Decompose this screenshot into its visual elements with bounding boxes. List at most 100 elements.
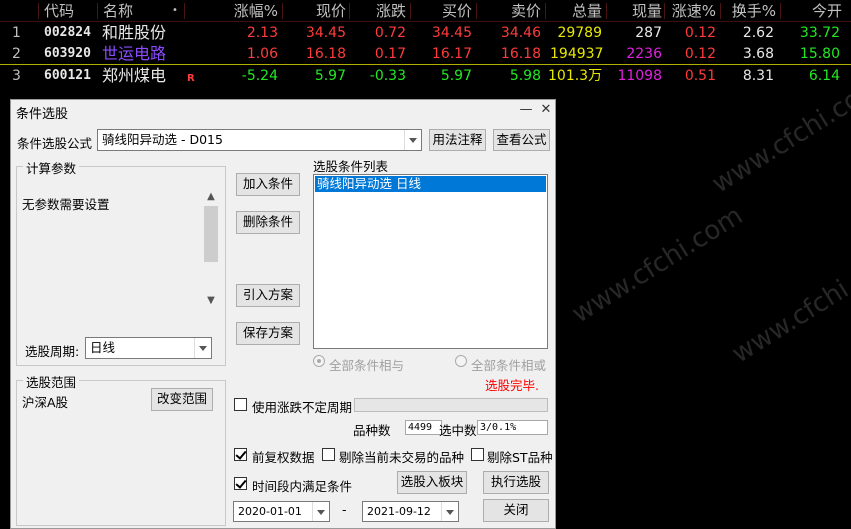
col-header-speed[interactable]: 涨速%: [666, 0, 716, 22]
range-value: 沪深A股: [22, 395, 69, 410]
exclude-st-label: 剔除ST品种: [487, 450, 553, 465]
radio-or[interactable]: [455, 355, 467, 367]
period-label: 选股周期:: [25, 344, 80, 359]
close-button[interactable]: 关闭: [483, 499, 549, 522]
col-header-chg[interactable]: 涨跌: [352, 0, 406, 22]
col-header-ask[interactable]: 卖价: [487, 0, 541, 22]
price: 5.97: [314, 68, 346, 84]
col-header-cur[interactable]: 现量: [610, 0, 662, 22]
dialog-titlebar[interactable]: 条件选股 — ✕: [11, 100, 555, 122]
pct-change: -5.24: [241, 68, 278, 84]
import-plan-button[interactable]: 引入方案: [236, 284, 300, 307]
total-volume: 29789: [557, 25, 602, 41]
open-price: 6.14: [808, 68, 840, 84]
pct-change: 1.06: [246, 46, 278, 62]
use-period-label: 使用涨跌不定周期: [252, 400, 353, 415]
col-header-bid[interactable]: 买价: [418, 0, 472, 22]
speed: 0.12: [684, 25, 716, 41]
exclude-untraded-checkbox[interactable]: [322, 448, 335, 461]
ask-price: 16.18: [500, 46, 541, 62]
chevron-down-icon[interactable]: [312, 502, 329, 521]
date-from-value: 2020-01-01: [238, 505, 302, 518]
date-to-picker[interactable]: 2021-09-12: [362, 501, 459, 522]
total-volume: 101.3万: [548, 68, 603, 84]
col-header-open[interactable]: 今开: [792, 0, 842, 22]
dialog-title: 条件选股: [16, 107, 69, 122]
pct-change: 2.13: [246, 25, 278, 41]
stock-grid: 代码 名称 • 涨幅% 现价 涨跌 买价 卖价 总量 现量 涨速% 换手% 今开…: [0, 0, 851, 98]
range-group-label: 选股范围: [23, 372, 80, 391]
row-index: 1: [12, 25, 21, 41]
change: -0.33: [369, 68, 406, 84]
run-screen-button[interactable]: 执行选股: [483, 471, 549, 494]
scroll-thumb[interactable]: [204, 206, 218, 262]
save-plan-button[interactable]: 保存方案: [236, 322, 300, 345]
table-row[interactable]: 1 002824 和胜股份 2.13 34.45 0.72 34.45 34.4…: [0, 22, 851, 44]
condition-list-label: 选股条件列表: [313, 159, 389, 174]
pre-restore-label: 前复权数据: [252, 450, 315, 465]
col-header-dot: •: [172, 5, 178, 16]
table-row[interactable]: 2 603920 世运电路 1.06 16.18 0.17 16.17 16.1…: [0, 43, 851, 65]
params-group-label: 计算参数: [23, 158, 80, 177]
minimize-button[interactable]: —: [517, 101, 535, 119]
row-index: 2: [12, 46, 21, 62]
current-volume: 11098: [617, 68, 662, 84]
stock-code: 603920: [44, 46, 91, 61]
scroll-down-icon[interactable]: ▼: [206, 296, 216, 306]
radio-and-label: 全部条件相与: [329, 358, 405, 373]
col-header-code[interactable]: 代码: [44, 0, 94, 22]
stock-code: 600121: [44, 68, 91, 83]
add-to-block-button[interactable]: 选股入板块: [397, 471, 467, 494]
progress-bar: [354, 398, 548, 412]
formula-select[interactable]: 骑线阳异动选 - D015: [97, 129, 422, 151]
current-volume: 287: [635, 25, 662, 41]
add-condition-button[interactable]: 加入条件: [236, 173, 300, 196]
exclude-untraded-label: 剔除当前未交易的品种: [339, 450, 465, 465]
col-header-vol[interactable]: 总量: [550, 0, 602, 22]
bid-price: 34.45: [431, 25, 472, 41]
stock-name: 和胜股份: [102, 23, 167, 42]
col-header-name[interactable]: 名称: [103, 0, 153, 22]
scroll-up-icon[interactable]: ▲: [206, 192, 216, 202]
formula-value: 骑线阳异动选 - D015: [102, 132, 223, 147]
col-header-turn[interactable]: 换手%: [724, 0, 776, 22]
chevron-down-icon[interactable]: [441, 502, 458, 521]
col-header-price[interactable]: 现价: [290, 0, 346, 22]
watermark: www.cfchi.com: [726, 240, 851, 370]
stock-name: 郑州煤电: [102, 66, 167, 85]
change: 0.17: [374, 46, 406, 62]
date-separator: -: [342, 502, 347, 517]
pre-restore-checkbox[interactable]: [234, 448, 247, 461]
radio-or-label: 全部条件相或: [471, 358, 547, 373]
turnover: 2.62: [742, 25, 774, 41]
count-label: 品种数: [353, 423, 391, 438]
bid-price: 16.17: [431, 46, 472, 62]
period-select[interactable]: 日线: [85, 337, 212, 359]
delete-condition-button[interactable]: 删除条件: [236, 211, 300, 234]
close-icon[interactable]: ✕: [537, 101, 555, 119]
params-scrollbar[interactable]: ▲ ▼: [203, 188, 219, 310]
date-to-value: 2021-09-12: [367, 505, 431, 518]
table-row[interactable]: 3 600121 郑州煤电 R -5.24 5.97 -0.33 5.97 5.…: [0, 65, 851, 87]
chevron-down-icon[interactable]: [194, 338, 211, 358]
list-item[interactable]: 骑线阳异动选 日线: [315, 176, 546, 192]
change: 0.72: [374, 25, 406, 41]
time-condition-checkbox[interactable]: [234, 477, 247, 490]
chevron-down-icon[interactable]: [404, 130, 421, 150]
condition-list[interactable]: 骑线阳异动选 日线: [313, 174, 548, 349]
view-formula-button[interactable]: 查看公式: [493, 129, 550, 151]
price: 16.18: [305, 46, 346, 62]
usage-notes-button[interactable]: 用法注释: [429, 129, 486, 151]
exclude-st-checkbox[interactable]: [471, 448, 484, 461]
change-range-button[interactable]: 改变范围: [151, 388, 213, 411]
col-header-pct[interactable]: 涨幅%: [220, 0, 278, 22]
ask-price: 5.98: [509, 68, 541, 84]
bid-price: 5.97: [440, 68, 472, 84]
stock-code: 002824: [44, 25, 91, 40]
hit-label: 选中数: [439, 423, 477, 438]
row-index: 3: [12, 68, 21, 84]
date-from-picker[interactable]: 2020-01-01: [233, 501, 330, 522]
use-period-checkbox[interactable]: [234, 398, 247, 411]
count-field: 4499: [405, 420, 442, 435]
radio-and[interactable]: [313, 355, 325, 367]
